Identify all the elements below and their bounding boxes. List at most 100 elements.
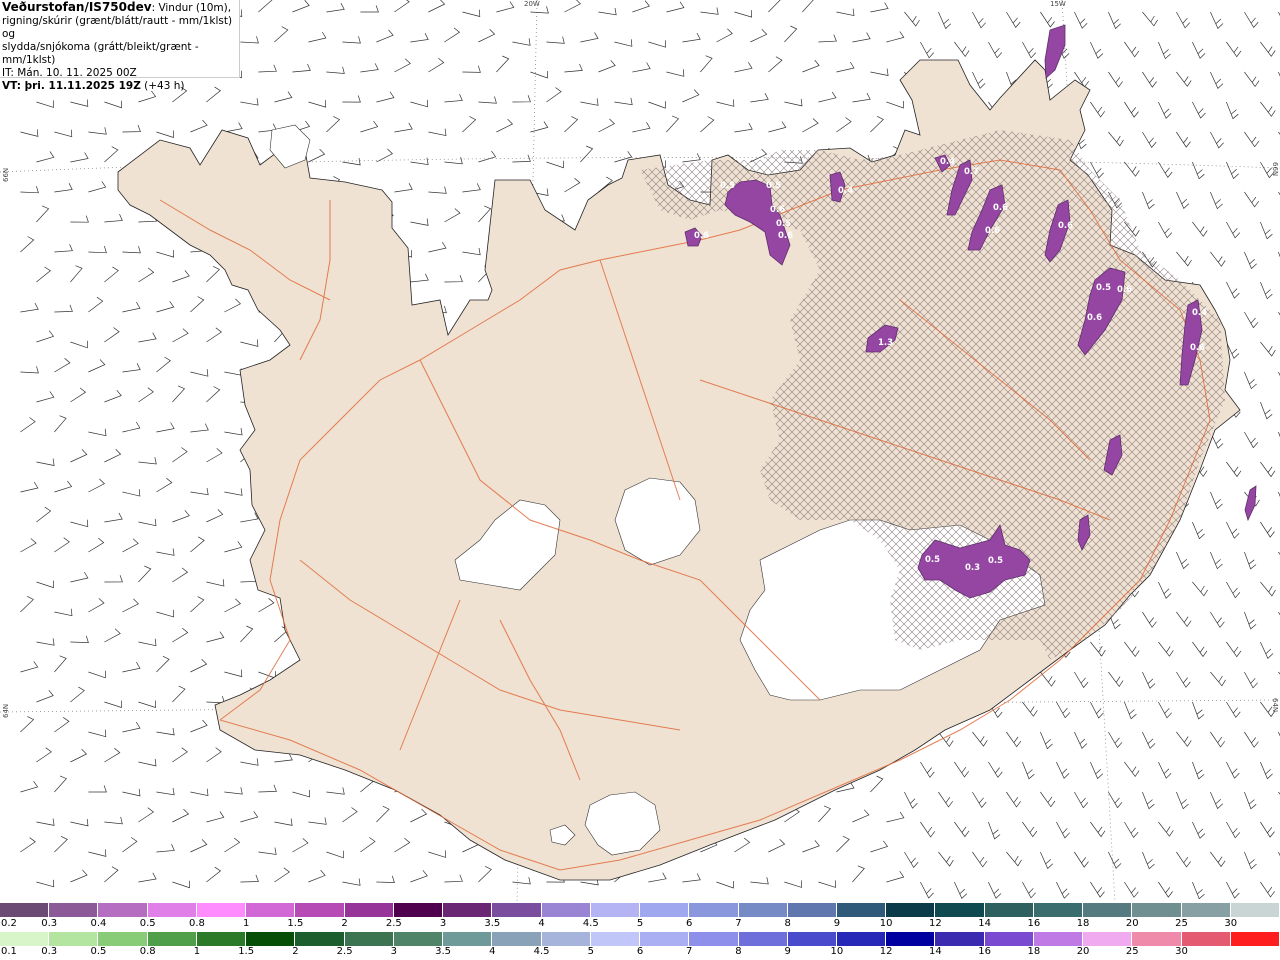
legend-tick-label: 3 — [390, 946, 398, 957]
wind-barb — [852, 809, 870, 823]
wind-barb — [784, 880, 802, 888]
legend-tick-label: 9 — [833, 918, 841, 929]
wind-barb — [394, 122, 413, 133]
wind-barb — [292, 63, 311, 73]
wind-barb — [54, 415, 67, 433]
legend-tick-label: 0.3 — [41, 946, 58, 957]
legend-swatch — [886, 932, 936, 946]
wind-barb — [1124, 101, 1139, 118]
wind-barb — [156, 301, 175, 313]
wind-barb — [700, 116, 715, 133]
wind-barb — [70, 571, 89, 583]
legend-swatch — [98, 903, 148, 917]
wind-barb — [190, 296, 205, 313]
wind-barb — [88, 729, 107, 738]
wind-barb — [1260, 641, 1274, 659]
wind-barb — [920, 761, 935, 778]
snowfall-value-label: 0.5 — [1096, 283, 1111, 293]
wind-barb — [20, 837, 36, 853]
legend-tick-label: 0.4 — [90, 918, 107, 929]
legend-tick-label: 1.5 — [287, 918, 304, 929]
wind-barb — [274, 91, 293, 103]
graticule-label-15w: 15W — [1050, 0, 1066, 8]
wind-barb — [1108, 791, 1123, 809]
wind-barb — [1142, 851, 1155, 870]
wind-barb — [1192, 761, 1205, 780]
wind-barb — [1158, 761, 1172, 779]
snow-area-sea-north — [1044, 24, 1066, 79]
wind-barb — [36, 151, 55, 163]
wind-barb — [444, 27, 461, 43]
legend-tick-label: 12 — [929, 918, 942, 929]
wind-barb — [512, 95, 531, 103]
snowfall-value-label: 0.4 — [838, 186, 853, 196]
wind-barb — [1176, 791, 1189, 810]
graticule-label-66n-right: 66N — [1271, 162, 1279, 177]
wind-barb — [156, 356, 172, 373]
legend-tick-label: 2.5 — [385, 918, 402, 929]
legend-swatch — [1181, 903, 1231, 917]
wind-barb — [1244, 731, 1259, 748]
wind-barb — [1244, 431, 1259, 449]
wind-barb — [818, 805, 832, 823]
wind-barb — [36, 580, 54, 589]
wind-barb — [1142, 71, 1157, 88]
wind-barb — [768, 56, 783, 73]
wind-barb — [224, 368, 243, 376]
wind-barb — [70, 748, 88, 763]
wind-barb — [1022, 821, 1038, 838]
wind-barb — [598, 118, 615, 133]
wind-barb — [190, 719, 208, 733]
wind-barb — [784, 25, 798, 43]
title-line1: : Vindur (10m), — [151, 2, 232, 14]
wind-barb — [904, 791, 918, 809]
wind-barb — [1244, 791, 1257, 810]
wind-barb — [1226, 581, 1241, 599]
wind-barb — [36, 879, 55, 888]
init-time: IT: Mán. 10. 11. 2025 00Z — [2, 67, 137, 79]
wind-barb — [138, 267, 155, 283]
wind-barb — [172, 270, 190, 283]
legend-tick-label: 2 — [292, 946, 299, 957]
wind-barb — [648, 40, 666, 48]
legend-rain-labels: 0.1 0.3 0.5 0.8 1 1.5 2 2.5 3 3.5 4 4.5 5 6 7 8 9 10 12 14 1… — [0, 946, 1280, 960]
wind-barb — [954, 761, 969, 778]
wind-barb — [70, 519, 89, 528]
wind-barb — [870, 775, 884, 793]
legend-tick-label: 18 — [1027, 946, 1041, 957]
wind-barb — [54, 304, 73, 313]
wind-barb — [886, 31, 905, 43]
legend-tick-label: 18 — [1076, 918, 1090, 929]
legend-swatch — [393, 932, 444, 946]
wind-barb — [632, 122, 651, 133]
wind-barb — [122, 788, 141, 797]
wind-barb — [546, 87, 562, 103]
wind-barb — [206, 579, 225, 587]
wind-barb — [614, 39, 633, 47]
wind-barb — [172, 510, 190, 523]
wind-barb — [376, 29, 394, 43]
wind-barb — [1210, 611, 1225, 628]
wind-barb — [1176, 71, 1192, 87]
wind-barb — [410, 870, 428, 883]
wind-barb — [308, 148, 326, 163]
wind-barb — [988, 41, 1003, 59]
wind-barb — [156, 655, 170, 673]
legend-swatch — [196, 932, 247, 946]
wind-barb — [138, 700, 156, 708]
legend-swatch — [1132, 903, 1182, 917]
wind-barb — [478, 28, 496, 43]
legend-swatch — [196, 903, 247, 917]
wind-barb — [122, 421, 141, 433]
legend-swatch — [984, 903, 1034, 917]
legend-swatch — [787, 903, 837, 917]
wind-barb — [258, 847, 277, 855]
wind-barb — [512, 877, 531, 885]
wind-barb — [972, 11, 986, 29]
legend-tick-label: 25 — [1125, 946, 1139, 957]
wind-barb — [1040, 791, 1056, 808]
wind-barb — [1210, 791, 1224, 810]
wind-barb — [342, 36, 361, 44]
wind-barb — [1260, 461, 1276, 478]
wind-barb — [342, 95, 361, 103]
